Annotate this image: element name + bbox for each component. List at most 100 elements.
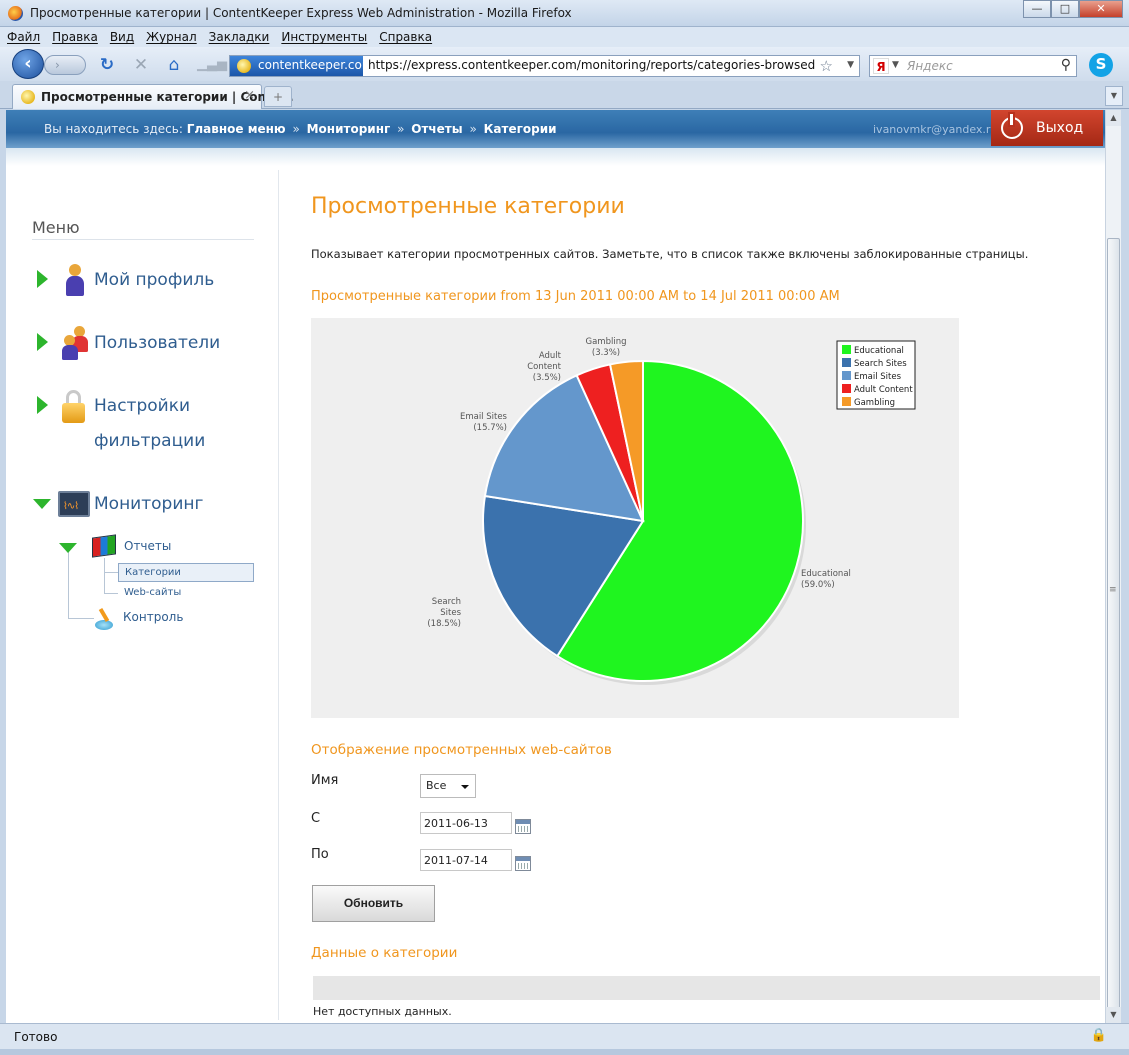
tree-line <box>104 558 105 594</box>
bookmark-star-icon[interactable]: ☆ <box>820 57 833 75</box>
logout-button[interactable]: Выход <box>991 110 1103 146</box>
new-tab-button[interactable]: + <box>264 86 292 107</box>
menu-bookmarks[interactable]: Закладки <box>202 27 275 44</box>
to-date-input[interactable]: 2011-07-14 <box>420 849 512 871</box>
site-header: Вы находитесь здесь: Главное меню » Мони… <box>6 110 1105 148</box>
collapse-arrow-icon[interactable] <box>33 499 51 509</box>
tree-line <box>68 618 94 619</box>
data-table-header <box>313 976 1100 1000</box>
tab-close-icon[interactable]: × <box>244 88 255 103</box>
update-button[interactable]: Обновить <box>312 885 435 922</box>
browser-menubar: Файл Правка Вид Журнал Закладки Инструменты Сп… <box>0 27 1129 47</box>
sidebar-item-monitoring[interactable]: Мониторинг <box>94 494 203 514</box>
url-dropdown-icon[interactable]: ▼ <box>847 60 854 70</box>
legend-label-search-sites: Search Sites <box>854 359 907 369</box>
menu-view[interactable]: Вид <box>103 27 139 44</box>
sidebar-item-users[interactable]: Пользователи <box>94 333 220 353</box>
tab-active[interactable]: Просмотренные категории | Conte... × <box>12 84 294 109</box>
legend-swatch-email-sites <box>842 371 851 380</box>
name-label: Имя <box>311 773 339 788</box>
reload-icon[interactable]: ↻ <box>96 55 118 75</box>
yandex-engine-icon[interactable]: Я <box>873 58 889 74</box>
maximize-button[interactable]: □ <box>1051 0 1079 18</box>
monitor-icon: ⌇∿⌇ <box>58 491 90 517</box>
tree-line <box>104 572 118 573</box>
minimize-button[interactable]: — <box>1023 0 1051 18</box>
search-bar[interactable]: Я ▼ Яндекс ⚲ <box>869 55 1077 77</box>
tab-list-button[interactable]: ▼ <box>1105 86 1123 106</box>
page-title: Просмотренные категории <box>311 194 625 219</box>
users-icon <box>62 326 88 360</box>
page-viewport: Вы находитесь здесь: Главное меню » Мони… <box>6 110 1105 1023</box>
chart-heading: Просмотренные категории from 13 Jun 2011… <box>311 289 840 304</box>
search-icon[interactable]: ⚲ <box>1061 57 1071 73</box>
from-date-input[interactable]: 2011-06-13 <box>420 812 512 834</box>
skype-icon[interactable]: S <box>1089 53 1113 77</box>
slice-label-educational: Educational (59.0%) <box>801 569 851 590</box>
collapse-arrow-icon[interactable] <box>59 543 77 553</box>
forward-button[interactable]: › <box>44 55 86 75</box>
url-text[interactable]: https://express.contentkeeper.com/monito… <box>368 58 815 72</box>
back-button[interactable]: ‹ <box>12 49 44 79</box>
calendar-icon[interactable] <box>515 856 531 871</box>
sidebar-item-websites[interactable]: Web-сайты <box>124 587 181 598</box>
control-icon <box>92 606 116 632</box>
menu-help[interactable]: Справка <box>372 27 437 44</box>
user-email: ivanovmkr@yandex.ru <box>873 123 998 136</box>
sidebar-item-categories[interactable]: Категории <box>118 563 254 582</box>
sidebar-item-control[interactable]: Контроль <box>123 610 183 624</box>
menu-tools[interactable]: Инструменты <box>274 27 372 44</box>
window-frame <box>0 1049 1129 1055</box>
calendar-icon[interactable] <box>515 819 531 834</box>
pie-chart-panel: Educational (59.0%) Search Sites (18.5%) Emai… <box>311 318 959 718</box>
breadcrumb-monitoring[interactable]: Мониторинг <box>307 122 391 136</box>
sidebar-divider <box>278 170 279 1020</box>
window-titlebar: Просмотренные категории | ContentKeeper … <box>0 0 1129 27</box>
sidebar-item-filter-settings[interactable]: Настройки <box>94 396 190 416</box>
menu-history[interactable]: Журнал <box>139 27 202 44</box>
lock-icon <box>61 390 87 424</box>
scroll-down-icon[interactable]: ▼ <box>1106 1007 1121 1023</box>
slice-label-adult-content: Adult Content (3.5%) <box>527 351 561 383</box>
scroll-thumb[interactable] <box>1107 238 1120 1048</box>
expand-arrow-icon[interactable] <box>37 396 48 414</box>
sidebar-item-filter-settings-line2[interactable]: фильтрации <box>94 431 205 451</box>
home-icon[interactable]: ⌂ <box>163 55 185 75</box>
to-label: По <box>311 847 329 862</box>
breadcrumb-main-menu[interactable]: Главное меню <box>187 122 286 136</box>
tab-title: Просмотренные категории | Conte... <box>41 90 294 104</box>
slice-label-gambling: Gambling (3.3%) <box>586 337 627 358</box>
tab-favicon-icon <box>21 90 35 104</box>
expand-arrow-icon[interactable] <box>37 333 48 351</box>
legend-swatch-educational <box>842 345 851 354</box>
scroll-up-icon[interactable]: ▲ <box>1106 110 1121 126</box>
sidebar-item-my-profile[interactable]: Мой профиль <box>94 270 214 290</box>
expand-arrow-icon[interactable] <box>37 270 48 288</box>
logout-label: Выход <box>1036 120 1084 136</box>
menu-title: Меню <box>32 218 80 237</box>
sidebar-item-reports[interactable]: Отчеты <box>124 539 171 553</box>
tree-line <box>68 550 69 618</box>
vertical-scrollbar[interactable]: ▲ ≡ ▼ <box>1105 110 1121 1048</box>
legend-label-educational: Educational <box>854 346 904 356</box>
slice-label-search-sites: Search Sites (18.5%) <box>427 597 461 629</box>
breadcrumb-separator: » <box>469 122 477 136</box>
user-profile-icon <box>64 264 90 298</box>
window-title: Просмотренные категории | ContentKeeper … <box>30 6 572 20</box>
security-lock-icon[interactable]: 🔒 <box>1091 1028 1107 1043</box>
legend-swatch-adult-content <box>842 384 851 393</box>
search-placeholder[interactable]: Яндекс <box>907 59 953 73</box>
name-select[interactable]: Все <box>420 774 476 798</box>
chevron-down-icon <box>461 785 469 789</box>
breadcrumb-separator: » <box>397 122 405 136</box>
close-window-button[interactable]: ✕ <box>1079 0 1123 18</box>
stop-icon[interactable]: ✕ <box>130 55 152 75</box>
menu-edit[interactable]: Правка <box>45 27 103 44</box>
engine-dropdown-icon[interactable]: ▼ <box>892 60 899 70</box>
address-bar[interactable]: contentkeeper.com https://express.conten… <box>229 55 860 77</box>
breadcrumb-categories[interactable]: Категории <box>484 122 557 136</box>
site-identity-button[interactable]: contentkeeper.com <box>230 56 374 76</box>
page-description: Показывает категории просмотренных сайто… <box>311 247 1029 261</box>
breadcrumb-reports[interactable]: Отчеты <box>411 122 462 136</box>
menu-file[interactable]: Файл <box>0 27 45 44</box>
